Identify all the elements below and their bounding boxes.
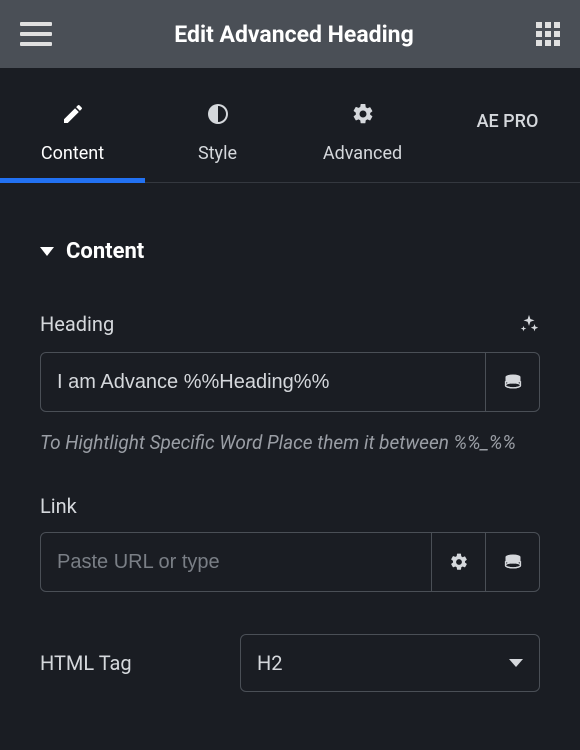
database-icon (503, 373, 523, 391)
link-input-group (40, 532, 540, 592)
apps-grid-icon[interactable] (536, 22, 560, 46)
heading-input[interactable] (41, 353, 485, 411)
htmltag-value: H2 (257, 651, 283, 675)
dynamic-tags-button[interactable] (485, 353, 539, 411)
heading-hint: To Hightlight Specific Word Place them i… (40, 428, 540, 458)
tab-advanced[interactable]: Advanced (290, 78, 435, 182)
menu-icon[interactable] (20, 22, 52, 46)
link-dynamic-button[interactable] (485, 533, 539, 591)
htmltag-label: HTML Tag (40, 651, 200, 675)
pencil-icon (60, 101, 86, 127)
link-label: Link (40, 494, 77, 518)
link-input[interactable] (41, 533, 431, 591)
gear-icon (449, 552, 469, 572)
tab-label: Content (41, 143, 104, 164)
tab-label: Advanced (323, 143, 402, 164)
tab-aepro[interactable]: AE PRO (435, 78, 580, 182)
tab-content[interactable]: Content (0, 78, 145, 182)
contrast-icon (205, 101, 231, 127)
page-title: Edit Advanced Heading (52, 21, 536, 48)
ai-sparkle-icon[interactable] (518, 313, 540, 335)
caret-down-icon (40, 247, 54, 256)
htmltag-select[interactable]: H2 (240, 634, 540, 692)
heading-input-group (40, 352, 540, 412)
gear-icon (350, 101, 376, 127)
heading-label: Heading (40, 312, 114, 336)
section-title: Content (66, 239, 144, 264)
tab-style[interactable]: Style (145, 78, 290, 182)
section-toggle-content[interactable]: Content (40, 239, 540, 264)
database-icon (503, 553, 523, 571)
chevron-down-icon (509, 659, 523, 667)
link-options-button[interactable] (431, 533, 485, 591)
tab-label: Style (198, 143, 237, 164)
tab-label: AE PRO (477, 111, 539, 132)
